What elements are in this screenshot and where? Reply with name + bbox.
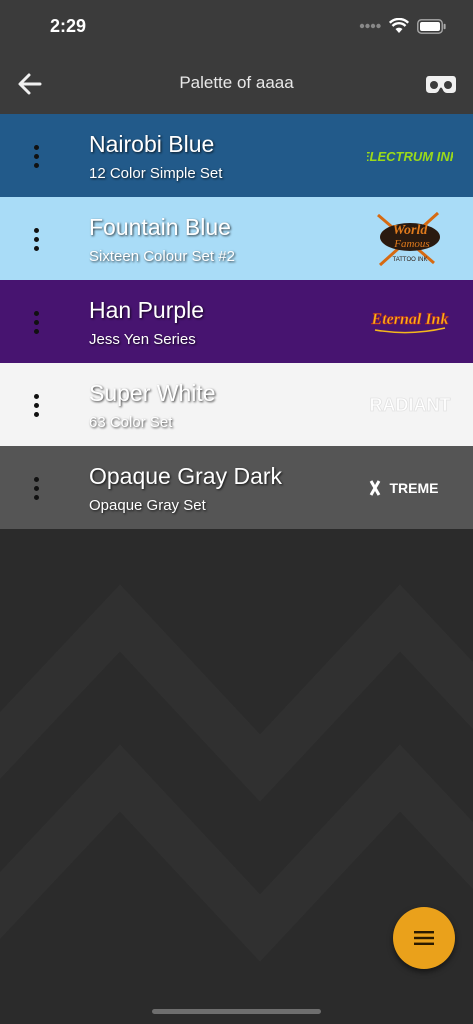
palette-name: Super White	[89, 380, 216, 406]
svg-text:Famous: Famous	[393, 238, 429, 250]
battery-icon	[417, 18, 446, 34]
palette-subtitle: Jess Yen Series	[89, 331, 196, 348]
palette-row[interactable]: Opaque Gray Dark Opaque Gray Set TREME	[0, 446, 473, 529]
page-title: Palette of aaaa	[179, 73, 294, 92]
palette-row[interactable]: Nairobi Blue 12 Color Simple Set ELECTRU…	[0, 114, 473, 197]
more-options-icon[interactable]	[24, 219, 48, 259]
menu-fab-button[interactable]	[393, 907, 455, 969]
status-time: 2:29	[50, 16, 87, 36]
palette-name: Nairobi Blue	[89, 131, 215, 157]
hamburger-menu-icon	[414, 931, 434, 945]
svg-text:World: World	[393, 223, 429, 238]
svg-text:RADIANT: RADIANT	[370, 395, 451, 415]
app-header: Palette of aaaa	[0, 56, 473, 114]
xtreme-logo: TREME	[365, 464, 455, 512]
home-indicator	[152, 1009, 321, 1014]
status-bar: 2:29	[0, 0, 473, 56]
palette-row[interactable]: Han Purple Jess Yen Series Eternal Ink	[0, 280, 473, 363]
palette-name: Han Purple	[89, 297, 205, 323]
palette-subtitle: 12 Color Simple Set	[89, 165, 223, 182]
more-options-icon[interactable]	[24, 302, 48, 342]
palette-subtitle: Sixteen Colour Set #2	[89, 248, 235, 265]
palette-row[interactable]: Super White 63 Color Set RADIANT	[0, 363, 473, 446]
status-icons	[359, 18, 447, 34]
radiant-logo: RADIANT	[365, 381, 455, 429]
palette-list: Nairobi Blue 12 Color Simple Set ELECTRU…	[0, 114, 473, 529]
world-famous-logo: World Famous TATTOO INK	[365, 211, 455, 267]
svg-text:TREME: TREME	[390, 480, 439, 496]
vr-headset-icon[interactable]	[425, 70, 457, 98]
more-options-icon[interactable]	[24, 136, 48, 176]
more-options-icon[interactable]	[24, 385, 48, 425]
signal-icon	[359, 23, 381, 29]
wifi-icon	[389, 18, 409, 33]
eternal-ink-logo: Eternal Ink	[365, 298, 455, 346]
palette-subtitle: Opaque Gray Set	[89, 497, 206, 514]
more-options-icon[interactable]	[24, 468, 48, 508]
palette-name: Fountain Blue	[89, 214, 231, 240]
svg-text:TATTOO INK: TATTOO INK	[392, 257, 427, 263]
palette-name: Opaque Gray Dark	[89, 463, 283, 489]
svg-text:ELECTRUM INK: ELECTRUM INK	[367, 149, 453, 164]
electrum-ink-logo: ELECTRUM INK	[365, 132, 455, 180]
palette-subtitle: 63 Color Set	[89, 414, 173, 431]
svg-text:Eternal Ink: Eternal Ink	[371, 311, 449, 328]
palette-row[interactable]: Fountain Blue Sixteen Colour Set #2 Worl…	[0, 197, 473, 280]
